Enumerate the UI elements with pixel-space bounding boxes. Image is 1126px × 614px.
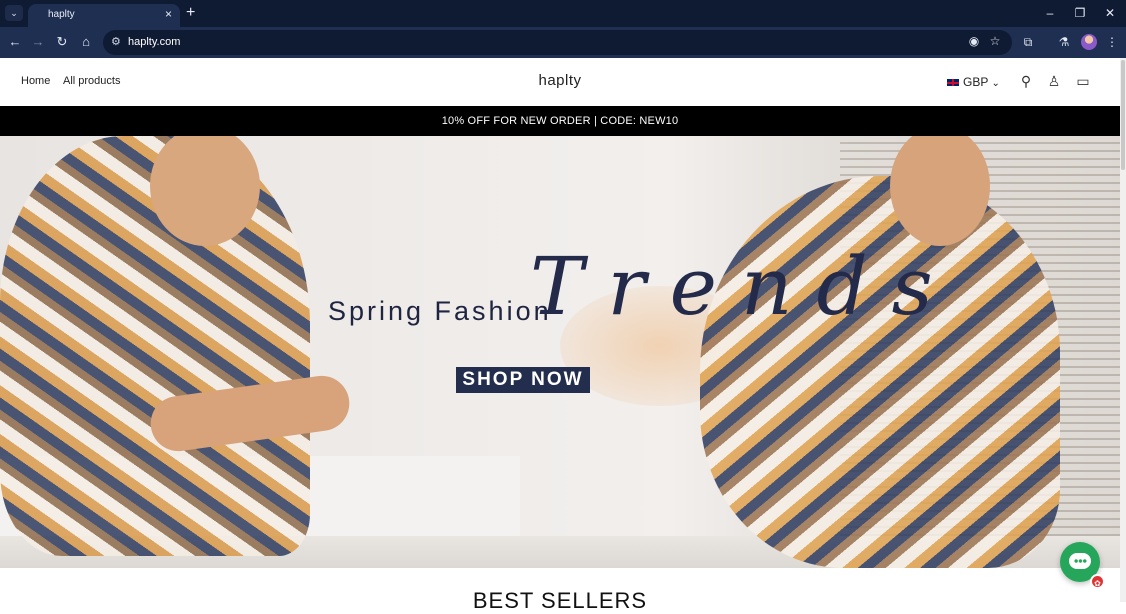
chat-notification-badge-icon[interactable]: ✿ xyxy=(1090,574,1105,589)
home-icon[interactable]: ⌂ xyxy=(77,33,95,51)
currency-selector[interactable]: GBP ⌄ xyxy=(946,75,1000,89)
browser-tab-bar: ⌄ haplty × + – ❐ ✕ xyxy=(0,0,1126,27)
announcement-bar: 10% OFF FOR NEW ORDER | CODE: NEW10 xyxy=(0,106,1120,136)
minimize-icon[interactable]: – xyxy=(1040,5,1060,21)
forward-icon[interactable]: → xyxy=(29,33,47,51)
profile-avatar[interactable] xyxy=(1081,34,1097,50)
currency-label: GBP xyxy=(963,75,989,89)
scrollbar-thumb[interactable] xyxy=(1121,60,1125,170)
tab-list-icon[interactable]: ⌄ xyxy=(5,5,23,21)
restore-icon[interactable]: ❐ xyxy=(1070,5,1090,21)
star-icon[interactable]: ☆ xyxy=(987,34,1003,48)
account-icon[interactable]: ♙ xyxy=(1046,73,1062,90)
page-scrollbar[interactable] xyxy=(1120,58,1126,602)
eye-off-icon[interactable]: ◉ xyxy=(966,34,982,48)
best-sellers-title: BEST SELLERS xyxy=(472,588,648,613)
plus-icon[interactable]: + xyxy=(186,4,195,22)
labs-icon[interactable]: ⚗ xyxy=(1055,33,1073,51)
hero-model-right xyxy=(700,176,1060,568)
shop-now-button[interactable]: SHOP NOW xyxy=(456,367,590,393)
site-info-icon[interactable]: ⚙ xyxy=(111,35,121,48)
address-bar[interactable]: ⚙ haplty.com ◉ ☆ xyxy=(103,30,1012,55)
reload-icon[interactable]: ↻ xyxy=(53,33,71,51)
browser-tab[interactable]: haplty × xyxy=(28,4,180,27)
browser-toolbar: ← → ↻ ⌂ ⚙ haplty.com ◉ ☆ ⧉ ⚗ ⋮ xyxy=(0,27,1126,58)
close-icon[interactable]: × xyxy=(165,7,172,21)
site-header: Home All products haplty GBP ⌄ ⚲ ♙ ▭ xyxy=(0,58,1120,106)
hero-subtitle: Spring Fashion xyxy=(328,296,552,326)
search-icon[interactable]: ⚲ xyxy=(1018,73,1034,90)
close-window-icon[interactable]: ✕ xyxy=(1100,5,1120,21)
menu-icon[interactable]: ⋮ xyxy=(1103,33,1121,51)
hero-banner[interactable]: Spring Fashion Trends SHOP NOW xyxy=(0,136,1120,568)
cart-icon[interactable]: ▭ xyxy=(1075,73,1091,90)
hero-script-title: Trends xyxy=(530,240,957,333)
chevron-down-icon: ⌄ xyxy=(991,78,1000,89)
uk-flag-icon xyxy=(946,78,960,88)
url-text[interactable]: haplty.com xyxy=(128,36,180,48)
tab-title: haplty xyxy=(48,9,75,20)
chat-dots-icon xyxy=(1074,559,1087,563)
extensions-icon[interactable]: ⧉ xyxy=(1019,33,1037,51)
back-icon[interactable]: ← xyxy=(6,33,24,51)
